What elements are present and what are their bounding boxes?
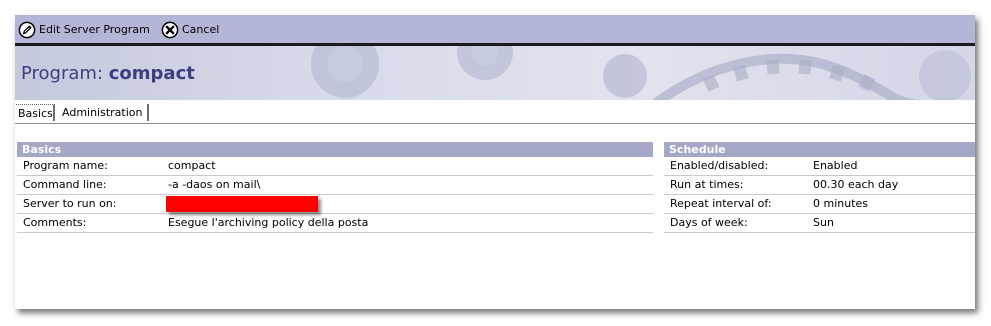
page-title: Program: compact: [21, 63, 195, 84]
run-at-times-row: Run at times: 00.30 each day: [664, 176, 975, 195]
x-circle-icon: [161, 21, 179, 39]
page-header-banner: Program: compact: [15, 46, 975, 100]
schedule-section-header: Schedule: [664, 142, 975, 157]
basics-section: Basics Program name: compact Command lin…: [17, 142, 653, 233]
enabled-disabled-row: Enabled/disabled: Enabled: [664, 157, 975, 176]
schedule-section: Schedule Enabled/disabled: Enabled Run a…: [664, 142, 975, 233]
edit-server-program-button[interactable]: Edit Server Program: [18, 20, 150, 39]
field-label: Days of week:: [670, 216, 748, 229]
field-label: Command line:: [23, 178, 107, 191]
field-value: 0 minutes: [813, 197, 869, 210]
edit-server-program-label: Edit Server Program: [39, 23, 150, 36]
field-value: Sun: [813, 216, 834, 229]
redaction-box: [166, 196, 318, 212]
tab-administration[interactable]: Administration: [59, 104, 149, 121]
field-label: Server to run on:: [23, 197, 117, 210]
field-label: Enabled/disabled:: [670, 159, 769, 172]
field-label: Repeat interval of:: [670, 197, 772, 210]
field-label: Comments:: [23, 216, 87, 229]
tab-strip: Basics Administration: [15, 103, 975, 124]
comments-row: Comments: Esegue l'archiving policy dell…: [17, 214, 653, 233]
tab-basics[interactable]: Basics: [15, 104, 55, 121]
basics-section-header: Basics: [17, 142, 653, 157]
field-value: Esegue l'archiving policy della posta: [168, 216, 369, 229]
days-of-week-row: Days of week: Sun: [664, 214, 975, 233]
field-label: Run at times:: [670, 178, 744, 191]
action-toolbar: Edit Server Program Cancel: [15, 15, 975, 46]
page-title-prefix: Program:: [21, 63, 104, 84]
field-value: Enabled: [813, 159, 858, 172]
field-value: 00.30 each day: [813, 178, 899, 191]
command-line-row: Command line: -a -daos on mail\: [17, 176, 653, 195]
pencil-circle-icon: [18, 21, 36, 39]
program-name-row: Program name: compact: [17, 157, 653, 176]
field-value: compact: [168, 159, 216, 172]
app-window: Edit Server Program Cancel Program: comp…: [15, 15, 975, 309]
cancel-button[interactable]: Cancel: [161, 20, 219, 39]
cancel-label: Cancel: [182, 23, 220, 36]
page-title-program-name: compact: [108, 63, 195, 84]
field-value: -a -daos on mail\: [168, 178, 261, 191]
field-label: Program name:: [23, 159, 108, 172]
repeat-interval-row: Repeat interval of: 0 minutes: [664, 195, 975, 214]
server-to-run-on-row: Server to run on:: [17, 195, 653, 214]
